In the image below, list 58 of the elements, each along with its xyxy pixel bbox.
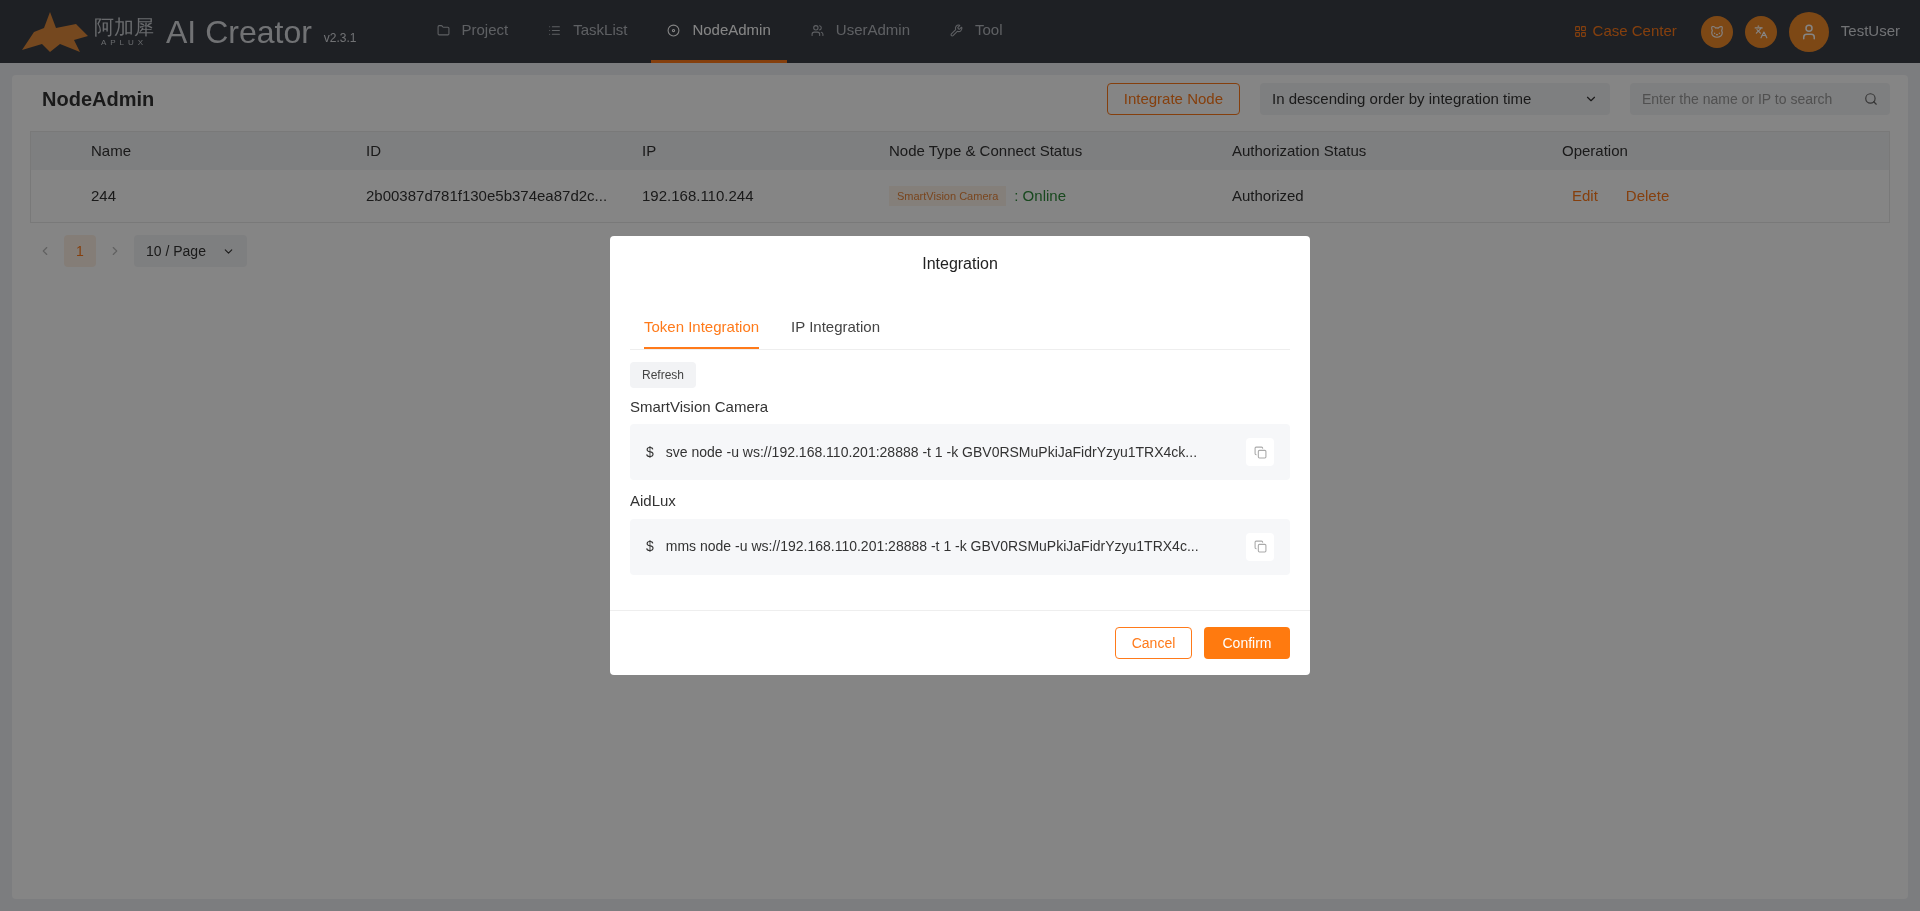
column-header: Name [91,140,132,161]
app-name: AI Creator [166,12,312,52]
command-text: sve node -u ws://192.168.110.201:28888 -t 1 -k GBV0RSMuPkiJaFidrYzyu1TRX4ck... [665,442,1198,462]
command-label: AidLux [630,491,677,511]
table-cell-text: 2b00387d781f130e5b374ea87d2c... [366,185,609,206]
nav-icon [667,23,681,37]
nav-icon [436,23,450,37]
copy-button[interactable] [1246,532,1274,561]
avatar-button[interactable] [1788,11,1829,52]
column-header: IP [642,140,658,161]
prompt-symbol: $ [646,537,654,556]
translate-icon [1753,24,1768,39]
command-text: mms node -u ws://192.168.110.201:28888 -t 1 -k GBV0RSMuPkiJaFidrYzyu1TRX4c... [665,537,1199,556]
case-center-link[interactable]: Case Center [1573,20,1677,43]
nav-icon [950,23,963,37]
copy-button[interactable] [1246,438,1274,466]
user-name[interactable]: TestUser [1840,20,1900,43]
nav-tab[interactable]: UserAdmin [794,0,926,63]
dialog-tab[interactable]: Token Integration [644,316,760,349]
language-icon-button[interactable] [1744,15,1777,48]
table-cell-text: Authorized [1232,185,1305,206]
confirm-button[interactable]: Confirm [1204,627,1290,659]
dialog-tab[interactable]: IP Integration [791,316,881,349]
integrate-node-button[interactable]: Integrate Node [1106,83,1240,115]
nav-tab[interactable]: Tool [934,0,1019,63]
prompt-symbol: $ [646,442,654,462]
cat-icon [1709,24,1724,39]
sort-select[interactable]: In descending order by integration time [1260,83,1610,115]
refresh-button[interactable]: Refresh [630,361,697,388]
cat-icon-button[interactable] [1700,15,1733,48]
logo-latin-text: APLUX [100,38,148,47]
column-header: Operation [1562,140,1629,161]
nav-tab[interactable]: TaskList [532,0,644,63]
nav-icon [548,23,562,37]
version-label: v2.3.1 [323,29,357,47]
row-action-link[interactable]: Delete [1625,184,1670,208]
page-title: NodeAdmin [42,87,155,112]
nav-tab[interactable]: Project [420,0,525,63]
column-header: Node Type & Connect Status [889,140,1084,161]
nav-icon [810,23,824,37]
nav-tab[interactable]: NodeAdmin [651,0,787,63]
page-number[interactable]: 1 [64,235,96,267]
search-icon [1864,92,1878,106]
table-cell-text: 244 [91,185,118,206]
copy-icon [1253,445,1267,459]
node-type-tag: SmartVision Camera [889,185,1007,207]
cancel-button[interactable]: Cancel [1115,627,1192,659]
dialog-title: Integration [921,254,999,274]
grid-icon [1573,25,1587,38]
page-size-select[interactable]: 10 / Page [134,235,247,267]
copy-icon [1253,540,1267,553]
connect-status: : Online [1014,185,1066,206]
table-cell-text: 192.168.110.244 [642,185,755,206]
column-header: ID [366,140,382,161]
column-header: Authorization Status [1232,140,1368,161]
row-action-link[interactable]: Edit [1572,184,1598,208]
command-label: SmartVision Camera [630,396,770,417]
logo-chinese-text: 阿加犀 [94,16,154,37]
